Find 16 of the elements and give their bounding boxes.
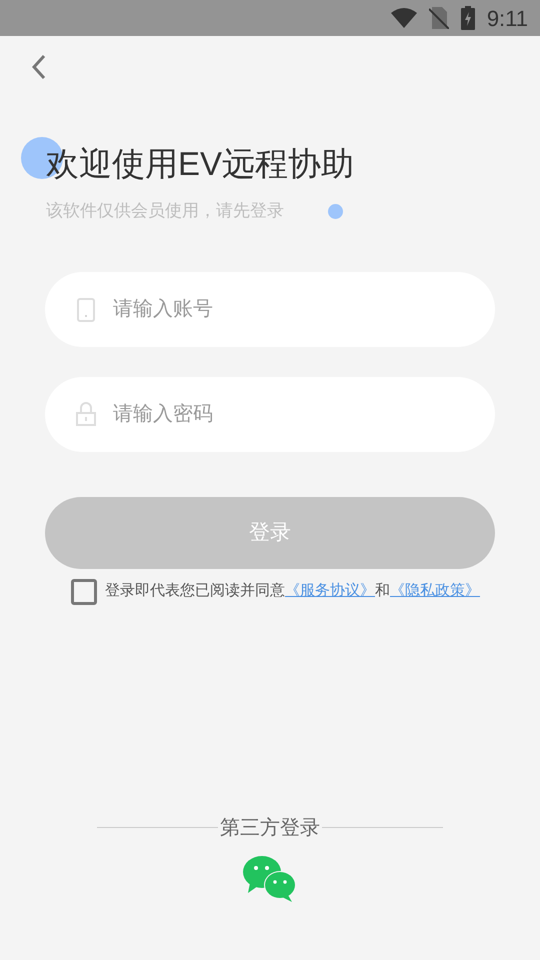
agreement-text: 登录即代表您已阅读并同意《服务协议》和《隐私政策》 (105, 581, 480, 602)
welcome-title: 欢迎使用EV远程协助 (46, 144, 356, 184)
no-sim-icon (428, 7, 449, 29)
lock-icon (76, 402, 96, 426)
chat-bubbles-icon[interactable] (242, 854, 298, 902)
password-field[interactable]: 请输入密码 (45, 376, 495, 452)
chevron-left-icon (32, 54, 46, 80)
agreement-checkbox[interactable] (71, 578, 97, 604)
battery-icon (460, 6, 475, 30)
account-field[interactable]: 请输入账号 (45, 272, 495, 346)
privacy-link[interactable]: 《隐私政策》 (390, 582, 480, 600)
wifi-icon (390, 8, 417, 28)
phone-icon (77, 298, 95, 322)
clock-time: 9:11 (486, 4, 528, 32)
third-party-label: 第三方登录 (219, 816, 321, 840)
terms-link[interactable]: 《服务协议》 (285, 582, 375, 600)
